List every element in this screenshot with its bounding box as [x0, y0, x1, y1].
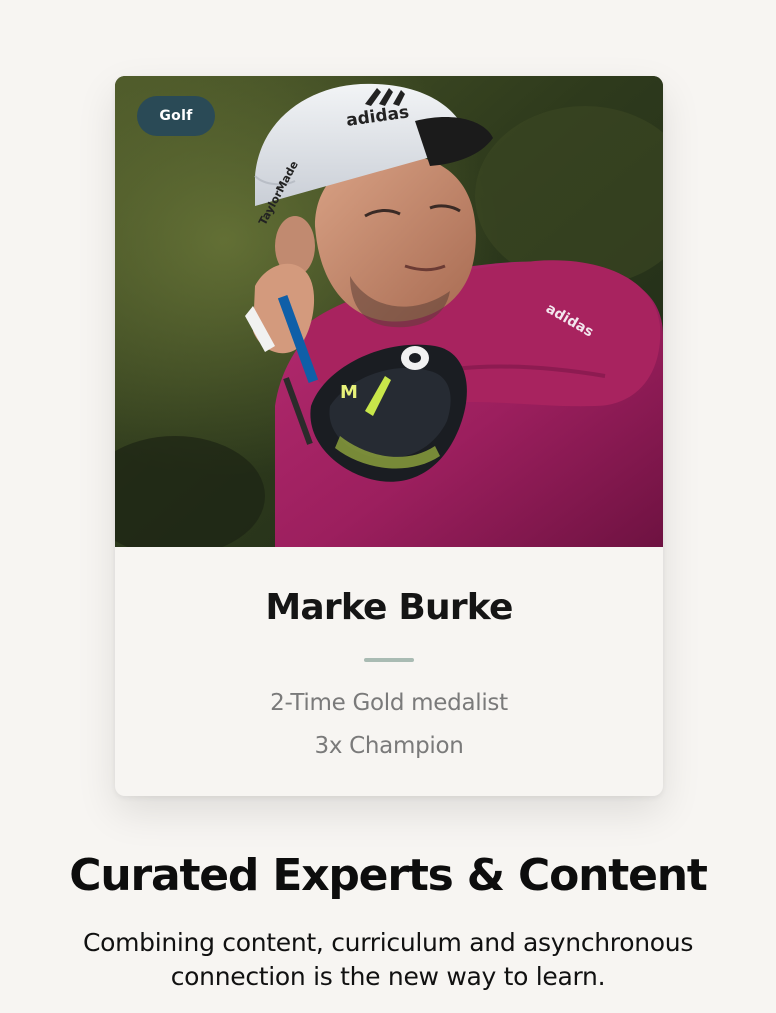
divider [364, 658, 414, 662]
page-headline: Curated Experts & Content [69, 850, 708, 901]
sport-badge[interactable]: Golf [137, 96, 215, 136]
page-subtitle: Combining content, curriculum and asynch… [82, 928, 694, 991]
expert-info: Marke Burke 2-Time Gold medalist 3x Cham… [115, 547, 663, 796]
expert-name: Marke Burke [265, 587, 513, 628]
achievement-item: 3x Champion [314, 733, 464, 759]
expert-photo: adidas adidas TaylorMade M Golf [115, 76, 663, 547]
svg-text:M: M [340, 382, 358, 403]
achievement-item: 2-Time Gold medalist [270, 690, 508, 716]
expert-card[interactable]: adidas adidas TaylorMade M Golf Marke Bu… [115, 76, 663, 796]
